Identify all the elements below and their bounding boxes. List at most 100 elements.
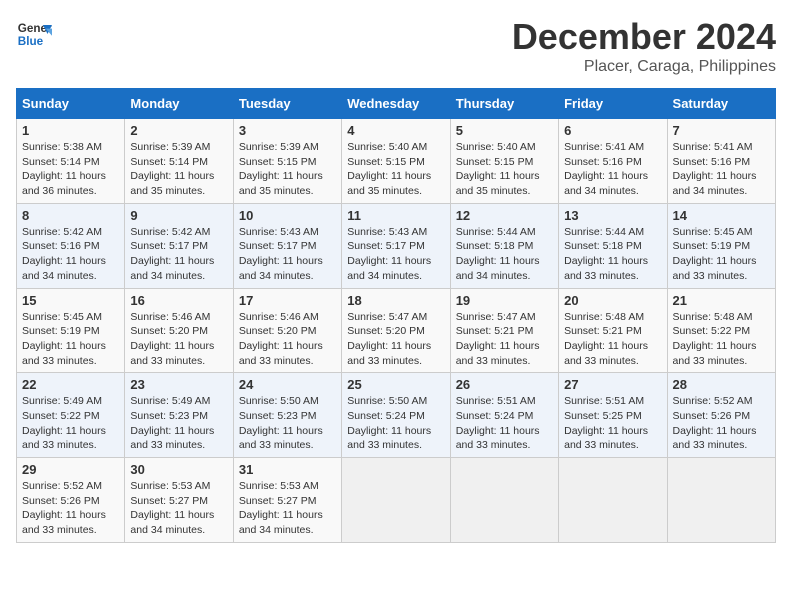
calendar-cell: 24 Sunrise: 5:50 AMSunset: 5:23 PMDayligh…: [233, 373, 341, 458]
month-title: December 2024: [512, 16, 776, 58]
day-number: 29: [22, 462, 119, 477]
calendar-cell: 3Sunrise: 5:39 AMSunset: 5:15 PMDaylight…: [233, 119, 341, 204]
day-number: 8: [22, 208, 119, 223]
day-number: 1: [22, 123, 119, 138]
cell-info: Sunrise: 5:45 AMSunset: 5:19 PMDaylight:…: [673, 225, 770, 284]
calendar-cell: 20Sunrise: 5:48 AMSunset: 5:21 PMDayligh…: [559, 288, 667, 373]
svg-text:Blue: Blue: [18, 35, 44, 48]
day-number: 27: [564, 377, 661, 392]
cell-info: Sunrise: 5:47 AMSunset: 5:21 PMDaylight:…: [456, 310, 553, 369]
day-number: 5: [456, 123, 553, 138]
cell-info: Sunrise: 5:50 AMSunset: 5:24 PMDaylight:…: [347, 394, 444, 453]
calendar-cell: 23Sunrise: 5:49 AMSunset: 5:23 PMDayligh…: [125, 373, 233, 458]
day-number: 3: [239, 123, 336, 138]
location: Placer, Caraga, Philippines: [512, 58, 776, 76]
cell-info: Sunrise: 5:43 AMSunset: 5:17 PMDaylight:…: [239, 225, 336, 284]
calendar-cell: 11 Sunrise: 5:43 AMSunset: 5:17 PMDayligh…: [342, 203, 450, 288]
calendar-cell: [450, 458, 558, 543]
page-header: General Blue December 2024 Placer, Carag…: [16, 16, 776, 76]
calendar-cell: 21 Sunrise: 5:48 AMSunset: 5:22 PMDayligh…: [667, 288, 775, 373]
calendar-row: 15Sunrise: 5:45 AMSunset: 5:19 PMDayligh…: [17, 288, 776, 373]
cell-info: Sunrise: 5:39 AMSunset: 5:14 PMDaylight:…: [130, 140, 227, 199]
cell-info: Sunrise: 5:53 AMSunset: 5:27 PMDaylight:…: [239, 479, 336, 538]
title-area: December 2024 Placer, Caraga, Philippine…: [512, 16, 776, 76]
cell-info: Sunrise: 5:42 AMSunset: 5:16 PMDaylight:…: [22, 225, 119, 284]
day-number: 20: [564, 293, 661, 308]
calendar-row: 22 Sunrise: 5:49 AMSunset: 5:22 PMDayligh…: [17, 373, 776, 458]
cell-info: Sunrise: 5:51 AMSunset: 5:24 PMDaylight:…: [456, 394, 553, 453]
cell-info: Sunrise: 5:44 AMSunset: 5:18 PMDaylight:…: [564, 225, 661, 284]
cell-info: Sunrise: 5:42 AMSunset: 5:17 PMDaylight:…: [130, 225, 227, 284]
cell-info: Sunrise: 5:52 AMSunset: 5:26 PMDaylight:…: [673, 394, 770, 453]
day-number: 9: [130, 208, 227, 223]
cell-info: Sunrise: 5:46 AMSunset: 5:20 PMDaylight:…: [130, 310, 227, 369]
calendar-cell: [559, 458, 667, 543]
calendar-cell: [667, 458, 775, 543]
cell-info: Sunrise: 5:50 AMSunset: 5:23 PMDaylight:…: [239, 394, 336, 453]
day-number: 19: [456, 293, 553, 308]
cell-info: Sunrise: 5:41 AMSunset: 5:16 PMDaylight:…: [564, 140, 661, 199]
calendar-cell: 27 Sunrise: 5:51 AMSunset: 5:25 PMDayligh…: [559, 373, 667, 458]
calendar-cell: 15Sunrise: 5:45 AMSunset: 5:19 PMDayligh…: [17, 288, 125, 373]
col-tuesday: Tuesday: [233, 89, 341, 119]
cell-info: Sunrise: 5:40 AMSunset: 5:15 PMDaylight:…: [347, 140, 444, 199]
calendar-cell: 18 Sunrise: 5:47 AMSunset: 5:20 PMDayligh…: [342, 288, 450, 373]
calendar-cell: 10 Sunrise: 5:43 AMSunset: 5:17 PMDayligh…: [233, 203, 341, 288]
day-number: 28: [673, 377, 770, 392]
calendar-cell: 13 Sunrise: 5:44 AMSunset: 5:18 PMDayligh…: [559, 203, 667, 288]
cell-info: Sunrise: 5:43 AMSunset: 5:17 PMDaylight:…: [347, 225, 444, 284]
day-number: 22: [22, 377, 119, 392]
calendar-cell: 19 Sunrise: 5:47 AMSunset: 5:21 PMDayligh…: [450, 288, 558, 373]
day-number: 31: [239, 462, 336, 477]
day-number: 25: [347, 377, 444, 392]
col-wednesday: Wednesday: [342, 89, 450, 119]
calendar-header-row: Sunday Monday Tuesday Wednesday Thursday…: [17, 89, 776, 119]
calendar-table: Sunday Monday Tuesday Wednesday Thursday…: [16, 88, 776, 543]
day-number: 7: [673, 123, 770, 138]
day-number: 26: [456, 377, 553, 392]
day-number: 14: [673, 208, 770, 223]
col-monday: Monday: [125, 89, 233, 119]
calendar-cell: [342, 458, 450, 543]
day-number: 11: [347, 208, 444, 223]
logo: General Blue: [16, 16, 52, 52]
day-number: 2: [130, 123, 227, 138]
calendar-cell: 9 Sunrise: 5:42 AMSunset: 5:17 PMDaylight…: [125, 203, 233, 288]
cell-info: Sunrise: 5:46 AMSunset: 5:20 PMDaylight:…: [239, 310, 336, 369]
cell-info: Sunrise: 5:52 AMSunset: 5:26 PMDaylight:…: [22, 479, 119, 538]
day-number: 18: [347, 293, 444, 308]
day-number: 13: [564, 208, 661, 223]
day-number: 10: [239, 208, 336, 223]
day-number: 30: [130, 462, 227, 477]
cell-info: Sunrise: 5:45 AMSunset: 5:19 PMDaylight:…: [22, 310, 119, 369]
cell-info: Sunrise: 5:49 AMSunset: 5:22 PMDaylight:…: [22, 394, 119, 453]
cell-info: Sunrise: 5:41 AMSunset: 5:16 PMDaylight:…: [673, 140, 770, 199]
cell-info: Sunrise: 5:44 AMSunset: 5:18 PMDaylight:…: [456, 225, 553, 284]
calendar-cell: 22 Sunrise: 5:49 AMSunset: 5:22 PMDayligh…: [17, 373, 125, 458]
cell-info: Sunrise: 5:53 AMSunset: 5:27 PMDaylight:…: [130, 479, 227, 538]
cell-info: Sunrise: 5:48 AMSunset: 5:22 PMDaylight:…: [673, 310, 770, 369]
day-number: 6: [564, 123, 661, 138]
calendar-cell: 29 Sunrise: 5:52 AMSunset: 5:26 PMDayligh…: [17, 458, 125, 543]
col-thursday: Thursday: [450, 89, 558, 119]
calendar-cell: 6 Sunrise: 5:41 AMSunset: 5:16 PMDaylight…: [559, 119, 667, 204]
calendar-cell: 16Sunrise: 5:46 AMSunset: 5:20 PMDayligh…: [125, 288, 233, 373]
calendar-cell: 31 Sunrise: 5:53 AMSunset: 5:27 PMDayligh…: [233, 458, 341, 543]
day-number: 24: [239, 377, 336, 392]
calendar-cell: 8 Sunrise: 5:42 AMSunset: 5:16 PMDaylight…: [17, 203, 125, 288]
calendar-row: 1 Sunrise: 5:38 AMSunset: 5:14 PMDaylight…: [17, 119, 776, 204]
day-number: 21: [673, 293, 770, 308]
calendar-cell: 7 Sunrise: 5:41 AMSunset: 5:16 PMDaylight…: [667, 119, 775, 204]
calendar-cell: 1 Sunrise: 5:38 AMSunset: 5:14 PMDaylight…: [17, 119, 125, 204]
calendar-cell: 2 Sunrise: 5:39 AMSunset: 5:14 PMDaylight…: [125, 119, 233, 204]
calendar-cell: 12Sunrise: 5:44 AMSunset: 5:18 PMDayligh…: [450, 203, 558, 288]
cell-info: Sunrise: 5:38 AMSunset: 5:14 PMDaylight:…: [22, 140, 119, 199]
cell-info: Sunrise: 5:49 AMSunset: 5:23 PMDaylight:…: [130, 394, 227, 453]
cell-info: Sunrise: 5:40 AMSunset: 5:15 PMDaylight:…: [456, 140, 553, 199]
cell-info: Sunrise: 5:51 AMSunset: 5:25 PMDaylight:…: [564, 394, 661, 453]
calendar-row: 29 Sunrise: 5:52 AMSunset: 5:26 PMDayligh…: [17, 458, 776, 543]
cell-info: Sunrise: 5:47 AMSunset: 5:20 PMDaylight:…: [347, 310, 444, 369]
calendar-cell: 17Sunrise: 5:46 AMSunset: 5:20 PMDayligh…: [233, 288, 341, 373]
calendar-cell: 4Sunrise: 5:40 AMSunset: 5:15 PMDaylight…: [342, 119, 450, 204]
col-friday: Friday: [559, 89, 667, 119]
